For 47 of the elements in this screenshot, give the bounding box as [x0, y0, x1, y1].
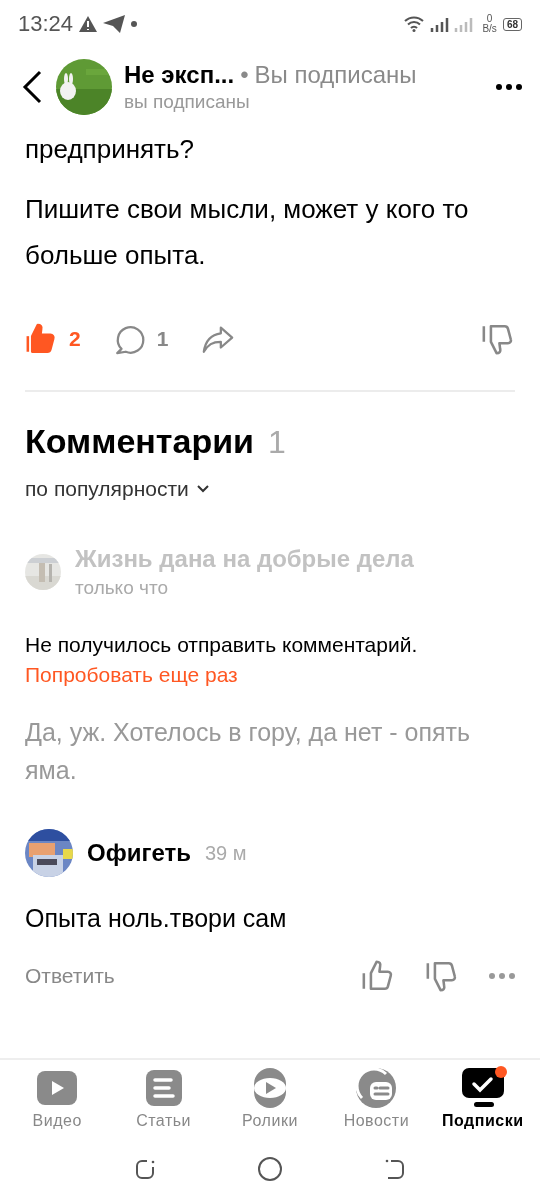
back-nav-icon[interactable]: [383, 1157, 407, 1181]
more-icon[interactable]: [496, 84, 522, 90]
sort-dropdown[interactable]: по популярности: [25, 477, 209, 501]
net-speed-value: 0: [486, 14, 493, 24]
dislike-icon[interactable]: [481, 322, 515, 356]
recent-apps-icon[interactable]: [133, 1157, 157, 1181]
comment-time: 39 м: [204, 841, 247, 865]
channel-name: Не эксп...: [124, 61, 235, 89]
clock: 13:24: [18, 11, 74, 37]
warning-icon: [79, 16, 98, 32]
subscribed-label: Вы подписаны: [254, 61, 417, 89]
nav-tab[interactable]: Видео: [7, 1068, 108, 1138]
nav-tab[interactable]: Новости: [326, 1068, 427, 1138]
back-icon[interactable]: [22, 70, 44, 104]
error-message: Не получилось отправить комментарий.: [25, 633, 419, 657]
comments-title: Комментарии: [25, 422, 254, 461]
comment-text: Да, уж. Хотелось в гору, да нет - опять яма.: [25, 717, 471, 786]
nav-tab[interactable]: Подписки: [432, 1068, 533, 1138]
nav-tab[interactable]: Статьи: [113, 1068, 214, 1138]
dislike-icon[interactable]: [425, 959, 459, 993]
channel-subtitle: вы подписаны: [124, 91, 251, 113]
comment-author: Жизнь дана на добрые дела: [75, 545, 414, 573]
article-paragraph: Пишите свои мысли, может у кого то больше опыта.: [25, 193, 470, 272]
like-count: 2: [69, 327, 81, 351]
comment-count: 1: [156, 327, 169, 351]
comments-count: 1: [267, 424, 286, 461]
comment-time: только что: [75, 577, 169, 599]
send-icon: [103, 15, 126, 33]
like-icon[interactable]: [361, 959, 395, 993]
news-icon: [356, 1068, 397, 1108]
comment-text: Опыта ноль.твори сам: [25, 903, 288, 934]
play-icon: [37, 1071, 78, 1105]
clips-icon: [253, 1068, 286, 1108]
comment-author: Офигеть: [87, 839, 191, 867]
battery-level: 68: [502, 17, 522, 31]
subscriptions-icon: [461, 1068, 504, 1108]
wifi-icon: [404, 16, 425, 32]
retry-link[interactable]: Попробовать еще раз: [25, 663, 238, 687]
reply-button[interactable]: Ответить: [25, 964, 115, 988]
net-speed-unit: B/s: [482, 24, 497, 34]
article-icon: [145, 1070, 182, 1106]
chevron-down-icon: [196, 485, 209, 493]
separator: •: [240, 61, 249, 89]
article-text: предпринять?: [25, 133, 195, 166]
home-icon[interactable]: [257, 1156, 283, 1182]
nav-tab[interactable]: Ролики: [219, 1068, 320, 1138]
dot-icon: [131, 21, 138, 27]
